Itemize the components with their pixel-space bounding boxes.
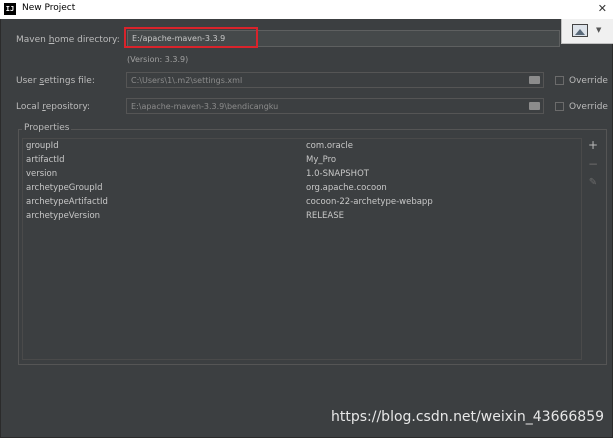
property-key: archetypeArtifactId (26, 197, 108, 207)
user-settings-override-checkbox[interactable] (555, 76, 564, 85)
edit-property-button[interactable]: ✎ (587, 177, 599, 188)
maven-version-text: (Version: 3.3.9) (127, 55, 189, 64)
table-row[interactable]: archetypeArtifactId cocoon-22-archetype-… (23, 195, 581, 209)
close-icon[interactable]: ✕ (598, 2, 607, 15)
local-repository-override-label: Override (569, 102, 608, 112)
properties-title: Properties (22, 123, 72, 133)
table-row[interactable]: archetypeVersion RELEASE (23, 209, 581, 223)
folder-icon[interactable] (529, 102, 540, 110)
local-repository-override-checkbox[interactable] (555, 102, 564, 111)
remove-property-button[interactable]: − (587, 157, 599, 171)
local-repository-field[interactable]: E:\apache-maven-3.3.9\bendicangku (126, 98, 544, 114)
property-value: 1.0-SNAPSHOT (306, 169, 369, 179)
properties-table[interactable]: groupId com.oracle artifactId My_Pro ver… (22, 138, 582, 360)
user-settings-override-label: Override (569, 76, 608, 86)
property-value: org.apache.cocoon (306, 183, 387, 193)
table-row[interactable]: artifactId My_Pro (23, 153, 581, 167)
folder-icon[interactable] (529, 76, 540, 84)
property-key: groupId (26, 141, 59, 151)
image-dropdown-button[interactable]: ▼ (561, 19, 613, 44)
table-row[interactable]: groupId com.oracle (23, 139, 581, 153)
property-value: My_Pro (306, 155, 337, 165)
maven-home-combobox[interactable]: E:/apache-maven-3.3.9 (127, 30, 560, 47)
user-settings-field[interactable]: C:\Users\1\.m2\settings.xml (126, 72, 544, 88)
title-bar: IJ New Project ✕ (0, 0, 613, 19)
property-key: archetypeGroupId (26, 183, 103, 193)
user-settings-label: User settings file: (16, 76, 95, 86)
property-key: archetypeVersion (26, 211, 101, 221)
property-value: RELEASE (306, 211, 344, 221)
property-key: version (26, 169, 58, 179)
image-icon (572, 24, 588, 37)
property-key: artifactId (26, 155, 65, 165)
property-value: cocoon-22-archetype-webapp (306, 197, 433, 207)
local-repository-label: Local repository: (16, 102, 91, 112)
table-row[interactable]: archetypeGroupId org.apache.cocoon (23, 181, 581, 195)
table-row[interactable]: version 1.0-SNAPSHOT (23, 167, 581, 181)
maven-home-label: Maven home directory: (16, 35, 120, 45)
chevron-down-icon: ▼ (596, 26, 602, 34)
new-project-window: IJ New Project ✕ Maven home directory: E… (0, 0, 613, 438)
add-property-button[interactable]: + (587, 138, 599, 152)
intellij-app-icon: IJ (4, 3, 16, 15)
property-value: com.oracle (306, 141, 354, 151)
watermark-text: https://blog.csdn.net/weixin_43666859 (331, 409, 605, 425)
window-title: New Project (22, 3, 76, 13)
